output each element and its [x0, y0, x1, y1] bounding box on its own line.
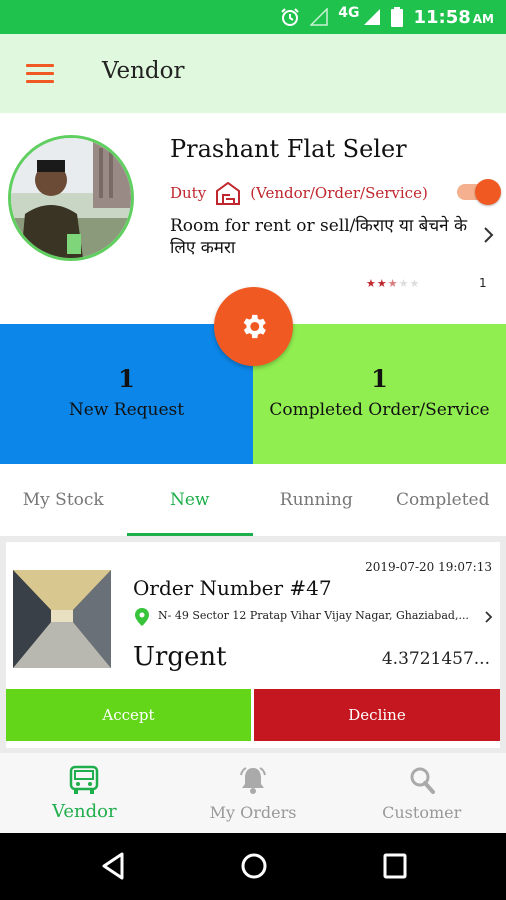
order-amount: 4.3721457... [381, 649, 490, 669]
order-thumbnail [13, 570, 111, 668]
back-icon[interactable] [100, 851, 128, 881]
signal-icon [364, 9, 381, 25]
accept-button[interactable]: Accept [6, 689, 251, 741]
nav-customer[interactable]: Customer [337, 753, 506, 833]
nav-customer-label: Customer [382, 803, 462, 822]
settings-button[interactable] [214, 287, 293, 366]
vendor-name: Prashant Flat Seler [170, 135, 407, 163]
completed-label: Completed Order/Service [269, 400, 490, 420]
order-list: 2019-07-20 19:07:13 Order Number #47 N- … [0, 536, 506, 753]
home-icon[interactable] [240, 851, 268, 881]
vendor-role: (Vendor/Order/Service) [250, 184, 428, 202]
order-number: Order Number #47 [133, 576, 332, 600]
vendor-description[interactable]: Room for rent or sell/किराए या बेचने के … [170, 215, 478, 259]
menu-icon[interactable] [26, 64, 54, 84]
clock: 11:58 AM [413, 7, 494, 28]
completed-stat[interactable]: 1 Completed Order/Service [253, 324, 506, 464]
bell-icon [240, 767, 266, 794]
clock-ampm: AM [472, 11, 494, 26]
vendor-shop-icon [216, 181, 241, 205]
nav-vendor-label: Vendor [52, 801, 117, 822]
clock-time: 11:58 [413, 6, 471, 28]
chevron-right-icon[interactable] [484, 610, 494, 624]
battery-icon [391, 7, 404, 27]
rating-count: 1 [479, 276, 487, 290]
tab-my-stock[interactable]: My Stock [0, 464, 127, 536]
gear-icon [243, 314, 266, 339]
order-address: N- 49 Sector 12 Pratap Vihar Vijay Nagar… [158, 609, 469, 622]
alarm-icon [281, 8, 299, 26]
new-request-stat[interactable]: 1 New Request [0, 324, 253, 464]
star-rating: ★★★★★ [366, 277, 421, 290]
tab-running[interactable]: Running [253, 464, 380, 536]
status-bar: 4G 11:58 AM [0, 0, 506, 34]
order-card[interactable]: 2019-07-20 19:07:13 Order Number #47 N- … [6, 542, 500, 748]
tab-completed[interactable]: Completed [380, 464, 506, 536]
nav-my-orders-label: My Orders [209, 803, 297, 822]
location-pin-icon [135, 608, 149, 626]
duty-toggle[interactable] [455, 179, 503, 205]
avatar[interactable] [8, 135, 134, 261]
page-title: Vendor [102, 58, 185, 84]
chevron-right-icon[interactable] [482, 225, 496, 245]
nav-my-orders[interactable]: My Orders [169, 753, 338, 833]
duty-label: Duty [170, 184, 207, 202]
system-nav-bar [0, 833, 506, 900]
bottom-nav: Vendor My Orders Customer [0, 753, 506, 833]
new-request-count: 1 [118, 364, 135, 393]
order-date: 2019-07-20 19:07:13 [365, 560, 492, 574]
bus-icon [70, 765, 99, 794]
order-tabs: My Stock New Running Completed [0, 464, 506, 536]
tab-new[interactable]: New [126, 464, 254, 536]
decline-button[interactable]: Decline [254, 689, 500, 741]
nav-vendor[interactable]: Vendor [0, 753, 169, 833]
new-request-label: New Request [68, 400, 185, 420]
recents-icon[interactable] [382, 851, 408, 881]
app-bar: Vendor [0, 34, 506, 113]
completed-count: 1 [371, 364, 388, 393]
network-type: 4G [338, 5, 360, 21]
duty-row: Duty (Vendor/Order/Service) [170, 179, 428, 207]
search-user-icon [410, 767, 435, 794]
signal-outline-icon [310, 8, 328, 26]
order-priority: Urgent [133, 642, 227, 672]
